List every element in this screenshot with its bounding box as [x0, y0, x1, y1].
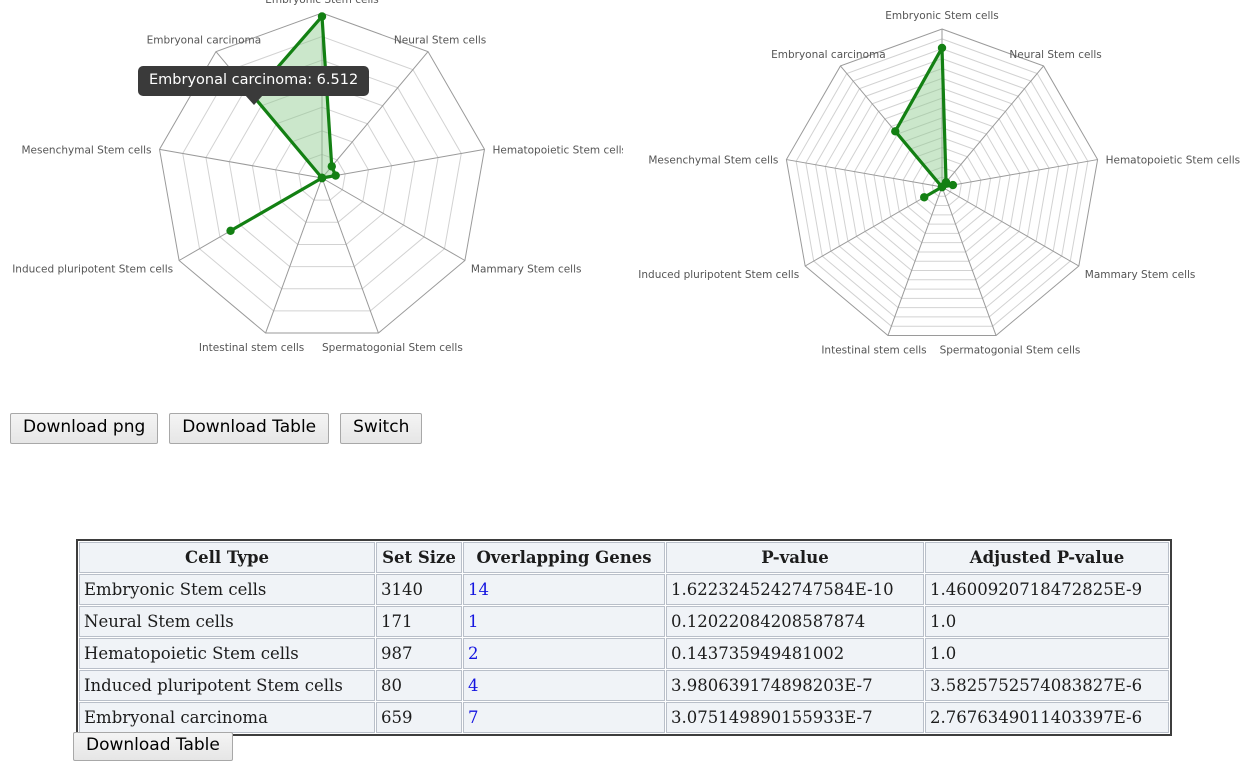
axis-label: Embryonal carcinoma [771, 49, 886, 61]
axis-label: Induced pluripotent Stem cells [12, 264, 173, 276]
tooltip-text: Embryonal carcinoma: 6.512 [149, 72, 359, 88]
cell-cell-type: Embryonal carcinoma [79, 702, 375, 733]
cell-p-value: 0.143735949481002 [666, 638, 924, 669]
column-header-adjusted-p-value[interactable]: Adjusted P-value [925, 542, 1169, 573]
chart-button-bar: Download png Download Table Switch [10, 413, 423, 444]
table-row: Hematopoietic Stem cells 987 2 0.1437359494… [79, 638, 1169, 669]
axis-spoke [159, 148, 323, 179]
series-data-point[interactable] [327, 162, 336, 171]
cell-p-value: 1.6223245242747584E-10 [666, 574, 924, 605]
axis-label: Mammary Stem cells [471, 264, 582, 276]
cell-set-size: 987 [376, 638, 462, 669]
table-row: Embryonic Stem cells 3140 14 1.622324524274… [79, 574, 1169, 605]
axis-label: Neural Stem cells [1009, 49, 1101, 61]
axis-spoke [321, 148, 485, 179]
radar-chart-pvalue[interactable]: Embryonic Stem cells Neural Stem cells Hem… [0, 0, 623, 390]
axis-label: Spermatogonial Stem cells [940, 345, 1081, 357]
tooltip-arrow-icon [244, 94, 263, 105]
axis-spoke [265, 177, 323, 334]
axis-spoke [321, 177, 466, 261]
radar-series-right [891, 43, 958, 202]
series-data-point[interactable] [920, 193, 929, 202]
cell-adjusted-p-value: 1.0 [925, 638, 1169, 669]
column-header-set-size[interactable]: Set Size [376, 542, 462, 573]
table-row: Embryonal carcinoma 659 7 3.075149890155933… [79, 702, 1169, 733]
results-table-body: Embryonic Stem cells 3140 14 1.622324524274… [79, 574, 1169, 733]
cell-overlapping-genes[interactable]: 2 [463, 638, 665, 669]
column-header-p-value[interactable]: P-value [666, 542, 924, 573]
radar-charts-container: Embryonic Stem cells Neural Stem cells Hem… [0, 0, 1246, 390]
axis-label: Embryonic Stem cells [885, 10, 999, 22]
download-table-button-bottom[interactable]: Download Table [73, 732, 233, 761]
overlapping-genes-link[interactable]: 14 [468, 580, 489, 599]
axis-label: Neural Stem cells [394, 35, 486, 47]
column-header-cell-type[interactable]: Cell Type [79, 542, 375, 573]
series-data-point[interactable] [226, 226, 235, 235]
series-data-point[interactable] [937, 182, 947, 192]
cell-set-size: 659 [376, 702, 462, 733]
cell-cell-type: Induced pluripotent Stem cells [79, 670, 375, 701]
results-table: Cell Type Set Size Overlapping Genes P-v… [76, 539, 1172, 736]
table-header-row: Cell Type Set Size Overlapping Genes P-v… [79, 542, 1169, 573]
cell-p-value: 3.980639174898203E-7 [666, 670, 924, 701]
cell-p-value: 0.12022084208587874 [666, 606, 924, 637]
axis-spoke [941, 186, 1080, 267]
download-table-button-top[interactable]: Download Table [169, 413, 330, 444]
switch-button[interactable]: Switch [340, 413, 423, 444]
radar-chart-count[interactable]: Embryonic Stem cells Neural Stem cells Hem… [623, 0, 1246, 390]
cell-adjusted-p-value: 3.5825752574083827E-6 [925, 670, 1169, 701]
overlapping-genes-link[interactable]: 2 [468, 644, 479, 663]
cell-overlapping-genes[interactable]: 4 [463, 670, 665, 701]
radar-svg-count[interactable]: Embryonic Stem cells Neural Stem cells Hem… [623, 0, 1246, 390]
axis-label: Mammary Stem cells [1085, 269, 1196, 281]
axis-label: Intestinal stem cells [199, 342, 304, 354]
axis-label: Induced pluripotent Stem cells [638, 269, 799, 281]
results-table-wrapper: Cell Type Set Size Overlapping Genes P-v… [76, 539, 1172, 736]
series-data-point[interactable] [317, 12, 327, 21]
axis-label: Hematopoietic Stem cells [1106, 155, 1241, 167]
axis-spoke [321, 177, 379, 334]
cell-adjusted-p-value: 1.4600920718472825E-9 [925, 574, 1169, 605]
axis-label: Hematopoietic Stem cells [493, 144, 624, 156]
download-png-button[interactable]: Download png [10, 413, 159, 444]
overlapping-genes-link[interactable]: 4 [468, 676, 479, 695]
axis-label: Spermatogonial Stem cells [322, 342, 463, 354]
cell-cell-type: Embryonic Stem cells [79, 574, 375, 605]
series-data-point[interactable] [891, 127, 900, 136]
column-header-overlapping-genes[interactable]: Overlapping Genes [463, 542, 665, 573]
axis-label: Intestinal stem cells [821, 345, 926, 357]
cell-overlapping-genes[interactable]: 14 [463, 574, 665, 605]
table-row: Induced pluripotent Stem cells 80 4 3.98063… [79, 670, 1169, 701]
axis-label: Mesenchymal Stem cells [648, 155, 778, 167]
cell-overlapping-genes[interactable]: 7 [463, 702, 665, 733]
series-data-point[interactable] [317, 173, 327, 183]
table-row: Neural Stem cells 171 1 0.12022084208587874… [79, 606, 1169, 637]
overlapping-genes-link[interactable]: 1 [468, 612, 479, 631]
cell-p-value: 3.075149890155933E-7 [666, 702, 924, 733]
series-data-point[interactable] [948, 180, 958, 190]
tooltip-embryonal-carcinoma-pvalue: Embryonal carcinoma: 6.512 [138, 66, 370, 105]
axis-label: Mesenchymal Stem cells [21, 144, 151, 156]
radar-svg-pvalue[interactable]: Embryonic Stem cells Neural Stem cells Hem… [0, 0, 623, 390]
axis-label: Embryonic Stem cells [265, 0, 379, 6]
results-table-head: Cell Type Set Size Overlapping Genes P-v… [79, 542, 1169, 573]
cell-adjusted-p-value: 2.7676349011403397E-6 [925, 702, 1169, 733]
axis-label: Embryonal carcinoma [147, 35, 262, 47]
cell-set-size: 3140 [376, 574, 462, 605]
cell-adjusted-p-value: 1.0 [925, 606, 1169, 637]
cell-set-size: 80 [376, 670, 462, 701]
series-data-point[interactable] [331, 171, 340, 180]
table-download-bar: Download Table [73, 732, 233, 761]
series-data-point[interactable] [937, 43, 947, 53]
cell-cell-type: Neural Stem cells [79, 606, 375, 637]
cell-set-size: 171 [376, 606, 462, 637]
overlapping-genes-link[interactable]: 7 [468, 708, 479, 727]
cell-overlapping-genes[interactable]: 1 [463, 606, 665, 637]
cell-cell-type: Hematopoietic Stem cells [79, 638, 375, 669]
